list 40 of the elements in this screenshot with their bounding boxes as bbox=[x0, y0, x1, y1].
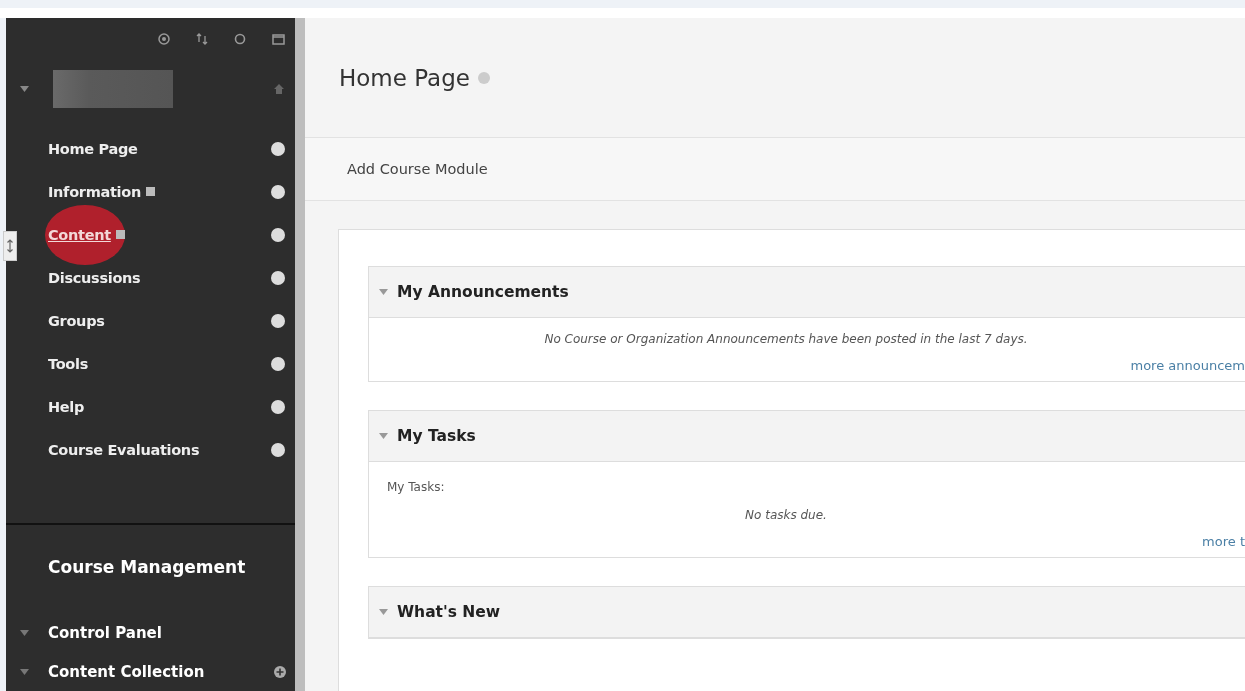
add-course-module-button[interactable]: Add Course Module bbox=[337, 155, 498, 183]
caret-icon[interactable] bbox=[20, 629, 29, 636]
options-circle-icon[interactable] bbox=[271, 141, 285, 156]
course-management-heading: Course Management bbox=[47, 555, 247, 579]
course-menu-link[interactable]: Discussions bbox=[48, 269, 141, 286]
empty-message: No tasks due. bbox=[744, 508, 828, 522]
options-circle-icon[interactable] bbox=[271, 313, 285, 328]
caret-icon[interactable] bbox=[20, 86, 29, 92]
course-menu-link[interactable]: Home Page bbox=[48, 140, 138, 157]
course-menu-link[interactable]: Groups bbox=[48, 312, 105, 329]
management-link[interactable]: Content Collection bbox=[48, 662, 205, 681]
swap-arrows-icon[interactable] bbox=[196, 33, 208, 45]
course-menu-link[interactable]: Tools bbox=[48, 355, 88, 372]
home-icon[interactable] bbox=[273, 83, 285, 95]
caret-icon[interactable] bbox=[379, 609, 388, 615]
caret-icon[interactable] bbox=[379, 289, 388, 295]
course-menu-link[interactable]: Content bbox=[48, 226, 111, 243]
module-label: My Tasks: bbox=[387, 480, 446, 494]
options-circle-icon[interactable] bbox=[271, 399, 285, 414]
module-title: What's New bbox=[397, 603, 501, 621]
empty-message: No Course or Organization Announcements have been posted in the last 7 days. bbox=[543, 332, 1029, 346]
management-link[interactable]: Control Panel bbox=[48, 623, 162, 642]
options-circle-icon[interactable] bbox=[271, 442, 285, 457]
caret-icon[interactable] bbox=[20, 668, 29, 675]
more-link[interactable]: more t bbox=[1202, 534, 1245, 549]
resize-handle-icon[interactable] bbox=[3, 231, 17, 261]
options-circle-icon[interactable] bbox=[271, 227, 285, 242]
course-menu-link[interactable]: Help bbox=[48, 398, 85, 415]
plus-circle-icon[interactable] bbox=[273, 664, 287, 679]
options-circle-icon[interactable] bbox=[271, 270, 285, 285]
more-link[interactable]: more announcem bbox=[1130, 358, 1245, 373]
options-circle-icon[interactable] bbox=[271, 356, 285, 371]
page-title: Home Page bbox=[339, 64, 470, 91]
course-menu-link[interactable]: Course Evaluations bbox=[48, 441, 200, 458]
caret-icon[interactable] bbox=[379, 433, 388, 439]
options-circle-icon[interactable] bbox=[271, 184, 285, 199]
course-menu-link[interactable]: Information bbox=[48, 183, 141, 200]
module-title: My Announcements bbox=[397, 283, 569, 301]
module-title: My Tasks bbox=[397, 427, 476, 445]
target-icon[interactable] bbox=[158, 33, 170, 45]
